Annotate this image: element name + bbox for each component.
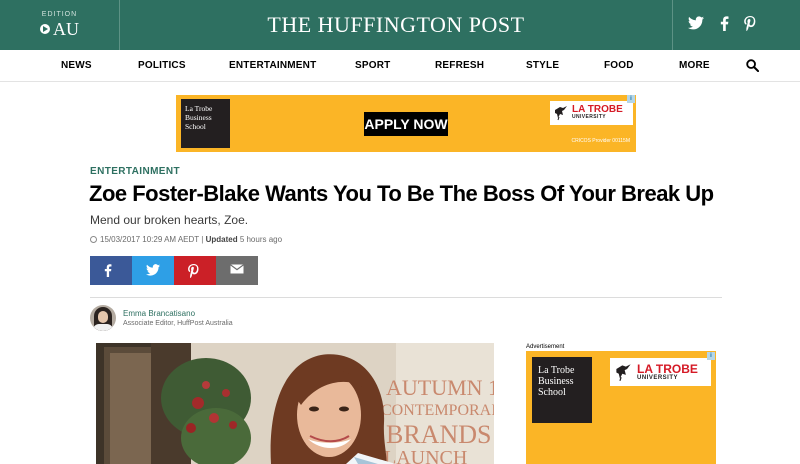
updated-time: 5 hours ago [239, 235, 283, 244]
adchoices-icon[interactable]: i [707, 352, 715, 360]
edition-label: EDITION [41, 11, 78, 18]
adchoices-icon[interactable]: i [627, 95, 635, 103]
edition-value[interactable]: AU [0, 19, 119, 40]
university-name: LA TROBE [637, 362, 698, 376]
nav-item-refresh[interactable]: REFRESH [435, 60, 484, 71]
clock-icon [90, 236, 97, 243]
hero-backdrop-line-1: AUTUMN 1 [386, 375, 494, 400]
sidebar-ad[interactable]: La Trobe Business School LA TROBE UNIVER… [526, 351, 716, 464]
article-hero-image: AUTUMN 1 CONTEMPORAI BRANDS LAUNCH [96, 343, 494, 464]
cricos-text: CRICOS Provider 00115M [571, 138, 630, 144]
edition-code: AU [53, 19, 79, 39]
university-sub: UNIVERSITY [572, 114, 607, 120]
nav-item-sport[interactable]: SPORT [355, 60, 390, 71]
university-logo: LA TROBE UNIVERSITY [550, 101, 633, 125]
site-logo[interactable]: THE HUFFINGTON POST [120, 0, 672, 50]
edition-switcher[interactable]: EDITION AU [0, 0, 120, 50]
twitter-icon[interactable] [687, 16, 705, 34]
facebook-icon[interactable] [715, 16, 733, 34]
author-name[interactable]: Emma Brancatisano [123, 309, 195, 318]
edition-toggle-icon [40, 24, 50, 34]
share-facebook-button[interactable] [90, 256, 132, 285]
hero-backdrop-line-4: LAUNCH [384, 447, 467, 464]
bird-logo-icon [616, 364, 631, 382]
twitter-icon [146, 264, 160, 276]
hero-backdrop-line-2: CONTEMPORAI [381, 402, 494, 419]
published-time: 15/03/2017 10:29 AM AEDT [100, 235, 200, 244]
site-header: EDITION AU THE HUFFINGTON POST [0, 0, 800, 50]
advertisement-label: Advertisement [526, 344, 565, 350]
nav-item-food[interactable]: FOOD [604, 60, 634, 71]
share-twitter-button[interactable] [132, 256, 174, 285]
pinterest-icon [188, 264, 199, 278]
ad-brand-box: La Trobe Business School [532, 357, 592, 423]
nav-item-more[interactable]: MORE [679, 60, 710, 71]
share-pinterest-button[interactable] [174, 256, 216, 285]
pinterest-icon[interactable] [741, 16, 759, 34]
author-avatar[interactable] [90, 305, 116, 331]
nav-item-politics[interactable]: POLITICS [138, 60, 186, 71]
nav-item-entertainment[interactable]: ENTERTAINMENT [229, 60, 316, 71]
university-logo: LA TROBE UNIVERSITY [610, 358, 711, 386]
nav-item-style[interactable]: STYLE [526, 60, 559, 71]
social-links [672, 0, 800, 50]
section-label[interactable]: ENTERTAINMENT [90, 166, 180, 177]
search-icon[interactable] [746, 59, 759, 72]
bird-logo-icon [555, 106, 567, 121]
apply-now-button[interactable]: APPLY NOW [364, 112, 448, 136]
email-icon [230, 264, 244, 274]
article-headline: Zoe Foster-Blake Wants You To Be The Bos… [89, 181, 714, 206]
university-sub: UNIVERSITY [637, 375, 679, 381]
facebook-icon [104, 264, 112, 277]
hero-backdrop-line-3: BRANDS [386, 420, 491, 449]
main-nav: NEWS POLITICS ENTERTAINMENT SPORT REFRES… [0, 50, 800, 82]
article-subhead: Mend our broken hearts, Zoe. [90, 213, 249, 227]
ad-brand-box: La Trobe Business School [181, 99, 230, 148]
nav-item-news[interactable]: NEWS [61, 60, 92, 71]
share-email-button[interactable] [216, 256, 258, 285]
banner-ad[interactable]: La Trobe Business School APPLY NOW LA TR… [176, 95, 636, 152]
byline-divider [90, 297, 722, 298]
article-timestamp: 15/03/2017 10:29 AM AEDT | Updated 5 hou… [90, 235, 282, 244]
author-role: Associate Editor, HuffPost Australia [123, 320, 233, 327]
updated-label: Updated [205, 235, 238, 244]
